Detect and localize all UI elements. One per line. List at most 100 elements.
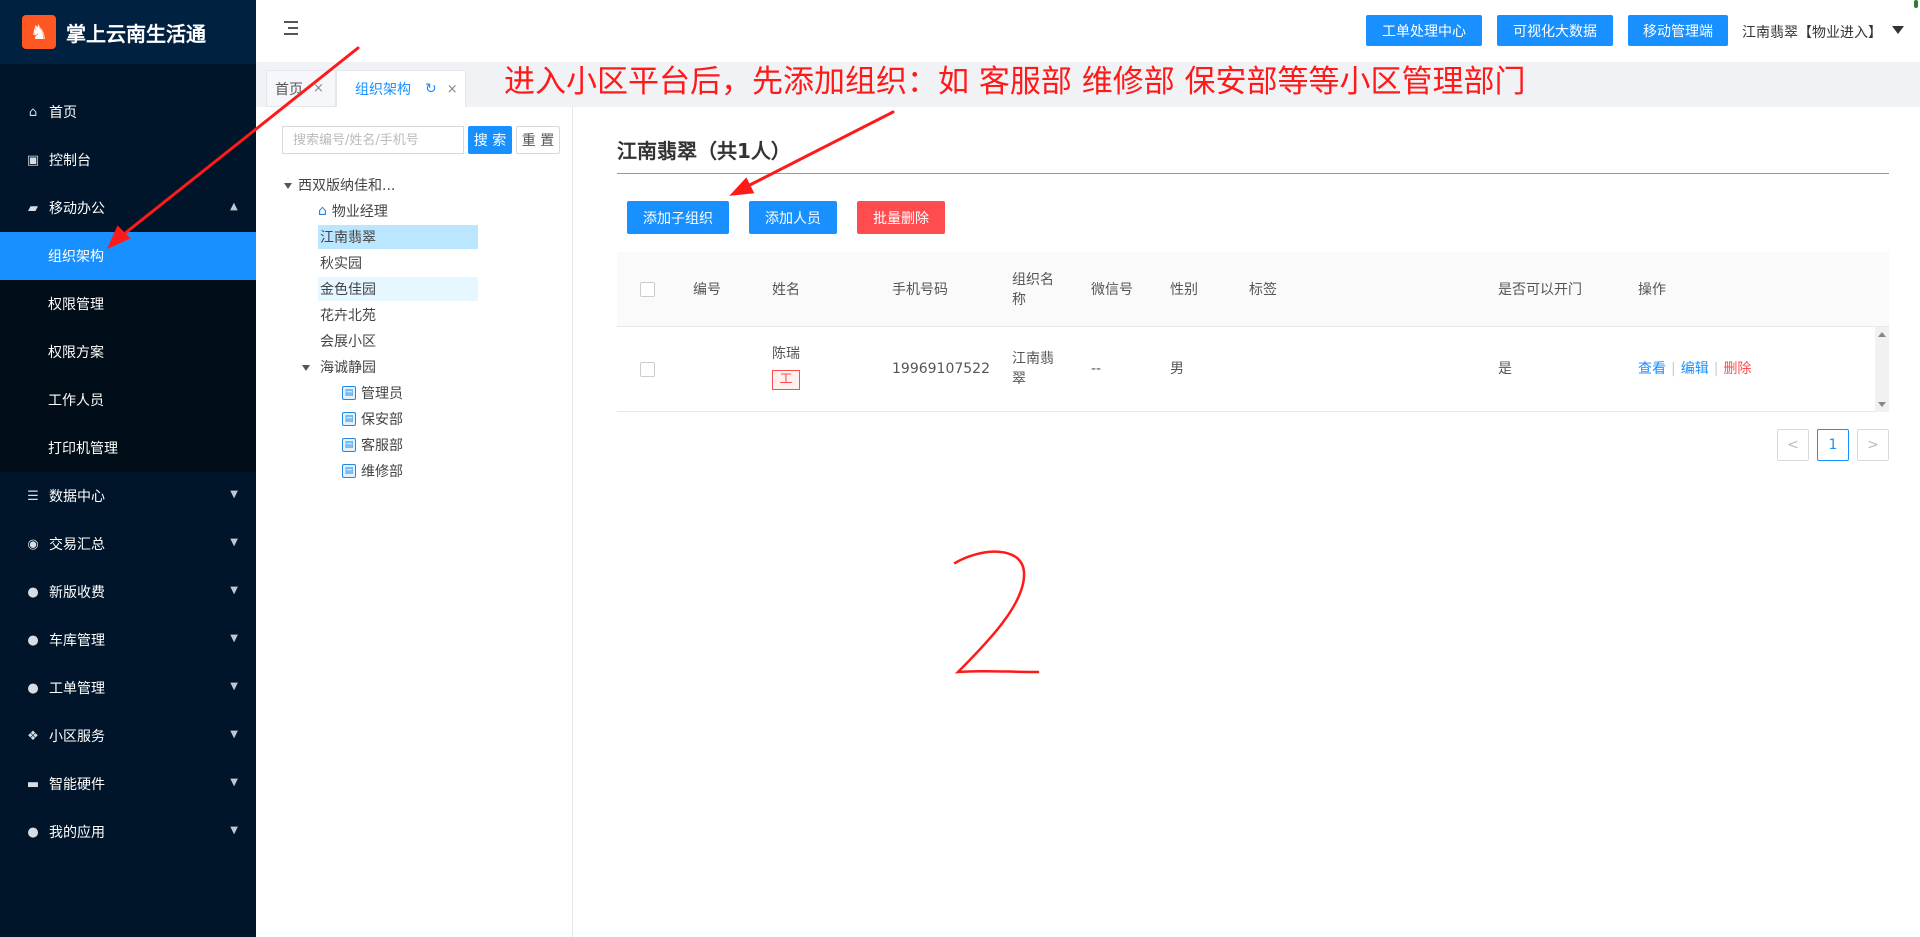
batch-delete-button[interactable]: 批量删除 (857, 201, 945, 234)
reset-button[interactable]: 重 置 (516, 126, 560, 154)
worker-tag-badge: 工 (772, 370, 800, 390)
sidebar-item-permission-plan[interactable]: 权限方案 (0, 328, 256, 376)
add-person-button[interactable]: 添加人员 (749, 201, 837, 234)
tree-node-label: 客服部 (361, 438, 403, 454)
col-header-wechat: 微信号 (1091, 282, 1133, 298)
tree-node-property-manager[interactable]: ⌂ 物业经理 (318, 199, 388, 223)
tree-node-haicheng-jingyuan[interactable]: 海诚静园 (318, 355, 376, 379)
sidebar-item-garage[interactable]: ● 车库管理 ▼ (0, 616, 256, 664)
sidebar-item-label: 我的应用 (49, 825, 105, 841)
col-header-phone: 手机号码 (892, 282, 948, 298)
tree-node-maintenance[interactable]: ▤ 维修部 (342, 459, 403, 483)
col-header-actions: 操作 (1638, 282, 1666, 298)
sidebar-item-community-service[interactable]: ❖ 小区服务 ▼ (0, 712, 256, 760)
tree-node-huahui-beiyuan[interactable]: 花卉北苑 (318, 303, 376, 327)
department-icon: ▤ (342, 386, 356, 400)
sidebar-item-staff[interactable]: 工作人员 (0, 376, 256, 424)
cell-phone: 19969107522 (892, 361, 990, 377)
moneybag-icon: ◉ (27, 536, 39, 552)
table-scrollbar[interactable] (1875, 327, 1889, 412)
scroll-up-icon[interactable] (1878, 332, 1886, 337)
add-sub-org-button[interactable]: 添加子组织 (627, 201, 729, 234)
chevron-down-icon: ▼ (230, 825, 238, 836)
row-checkbox[interactable] (640, 362, 655, 377)
tree-node-label: 管理员 (361, 386, 403, 402)
home-icon: ⌂ (28, 104, 38, 120)
search-input[interactable] (282, 126, 464, 154)
sidebar-item-console[interactable]: ▣ 控制台 (0, 136, 256, 184)
tree-node-customer-service[interactable]: ▤ 客服部 (342, 433, 403, 457)
user-menu[interactable]: 江南翡翠【物业进入】 (1742, 22, 1882, 42)
select-all-checkbox[interactable] (640, 282, 655, 297)
tree-node-security[interactable]: ▤ 保安部 (342, 407, 403, 431)
sidebar-menu: ⌂ 首页 ▣ 控制台 ▰ 移动办公 ▼ 组织架构 权限管理 权限方案 工作人员 … (0, 64, 256, 856)
tree-node-admin[interactable]: ▤ 管理员 (342, 381, 403, 405)
sidebar-item-mobile-office[interactable]: ▰ 移动办公 ▼ (0, 184, 256, 232)
sidebar-submenu-mobile-office: 组织架构 权限管理 权限方案 工作人员 打印机管理 (0, 232, 256, 472)
chevron-down-icon: ▼ (230, 777, 238, 788)
col-header-labels: 标签 (1249, 282, 1277, 298)
sidebar-item-label: 交易汇总 (49, 537, 105, 553)
tree-node-jiangnan-feicui[interactable]: 江南翡翠 (318, 225, 478, 249)
sidebar-item-data-center[interactable]: ☰ 数据中心 ▼ (0, 472, 256, 520)
menu-collapse-icon[interactable] (280, 18, 302, 40)
caret-down-icon[interactable] (284, 183, 292, 189)
work-order-center-button[interactable]: 工单处理中心 (1366, 15, 1482, 46)
prev-page-button[interactable]: < (1777, 429, 1809, 461)
sidebar-item-transactions[interactable]: ◉ 交易汇总 ▼ (0, 520, 256, 568)
cell-name-tag: 工 (772, 369, 800, 390)
edit-link[interactable]: 编辑 (1681, 361, 1709, 377)
tab-org-structure[interactable]: 组织架构 ↻ × (336, 70, 466, 107)
sidebar-item-my-apps[interactable]: ● 我的应用 ▼ (0, 808, 256, 856)
tree-node-jinse-jiayuan[interactable]: 金色佳园 (318, 277, 478, 301)
chevron-down-icon: ▼ (230, 633, 238, 644)
tree-node-qiushiyuan[interactable]: 秋实园 (318, 251, 362, 275)
close-icon[interactable]: × (447, 82, 458, 97)
window-edge-indicator (1914, 0, 1918, 8)
sidebar-item-permission-management[interactable]: 权限管理 (0, 280, 256, 328)
refresh-icon[interactable]: ↻ (425, 81, 437, 97)
database-icon: ☰ (27, 488, 39, 504)
chat-icon: ● (27, 680, 39, 696)
chevron-down-icon: ▼ (230, 681, 238, 692)
table-row: 陈瑞 工 19969107522 江南翡 翠 -- 男 是 查看 | 编辑 | 删除 (617, 327, 1889, 412)
monitor-icon: ▣ (26, 152, 40, 168)
tree-node-root[interactable]: 西双版纳佳和... (298, 173, 395, 197)
sidebar-item-new-billing[interactable]: ● 新版收费 ▼ (0, 568, 256, 616)
sidebar-item-org-structure[interactable]: 组织架构 (0, 232, 256, 280)
tab-home[interactable]: 首页 × (266, 70, 336, 107)
separator: | (1713, 361, 1719, 377)
col-header-name: 姓名 (772, 282, 800, 298)
sidebar-item-work-orders[interactable]: ● 工单管理 ▼ (0, 664, 256, 712)
col-header-id: 编号 (693, 282, 721, 298)
house-icon: ⌂ (318, 203, 327, 219)
sidebar-item-label: 智能硬件 (49, 777, 105, 793)
sidebar-item-label: 工单管理 (49, 681, 105, 697)
caret-down-icon[interactable] (1892, 26, 1904, 34)
briefcase-icon: ▰ (28, 200, 38, 216)
tab-label: 组织架构 (355, 82, 411, 98)
sidebar-item-home[interactable]: ⌂ 首页 (0, 88, 256, 136)
app-logo[interactable]: ♞ 掌上云南生活通 (0, 0, 256, 64)
org-detail-panel: 江南翡翠（共1人） 添加子组织 添加人员 批量删除 编号 姓名 手机号码 组织名… (573, 107, 1920, 937)
delete-link[interactable]: 删除 (1723, 361, 1751, 377)
close-icon[interactable]: × (313, 81, 324, 96)
sidebar-item-smart-hardware[interactable]: ▬ 智能硬件 ▼ (0, 760, 256, 808)
table-header: 编号 姓名 手机号码 组织名 称 微信号 性别 标签 是否可以开门 操作 (617, 252, 1889, 327)
sidebar-item-printer[interactable]: 打印机管理 (0, 424, 256, 472)
mobile-admin-button[interactable]: 移动管理端 (1628, 15, 1728, 46)
cell-org: 江南翡 翠 (1012, 351, 1054, 387)
scroll-down-icon[interactable] (1878, 402, 1886, 407)
search-button[interactable]: 搜 索 (468, 126, 512, 154)
title-divider (617, 173, 1889, 174)
view-link[interactable]: 查看 (1638, 361, 1666, 377)
caret-down-icon[interactable] (302, 365, 310, 371)
cell-actions: 查看 | 编辑 | 删除 (1638, 359, 1751, 379)
next-page-button[interactable]: > (1857, 429, 1889, 461)
chat-icon: ● (27, 632, 39, 648)
tree-node-huizhan-xiaoqu[interactable]: 会展小区 (318, 329, 376, 353)
page-1-button[interactable]: 1 (1817, 429, 1849, 461)
tree-node-label: 维修部 (361, 464, 403, 480)
visual-big-data-button[interactable]: 可视化大数据 (1497, 15, 1613, 46)
sidebar-item-label: 数据中心 (49, 489, 105, 505)
